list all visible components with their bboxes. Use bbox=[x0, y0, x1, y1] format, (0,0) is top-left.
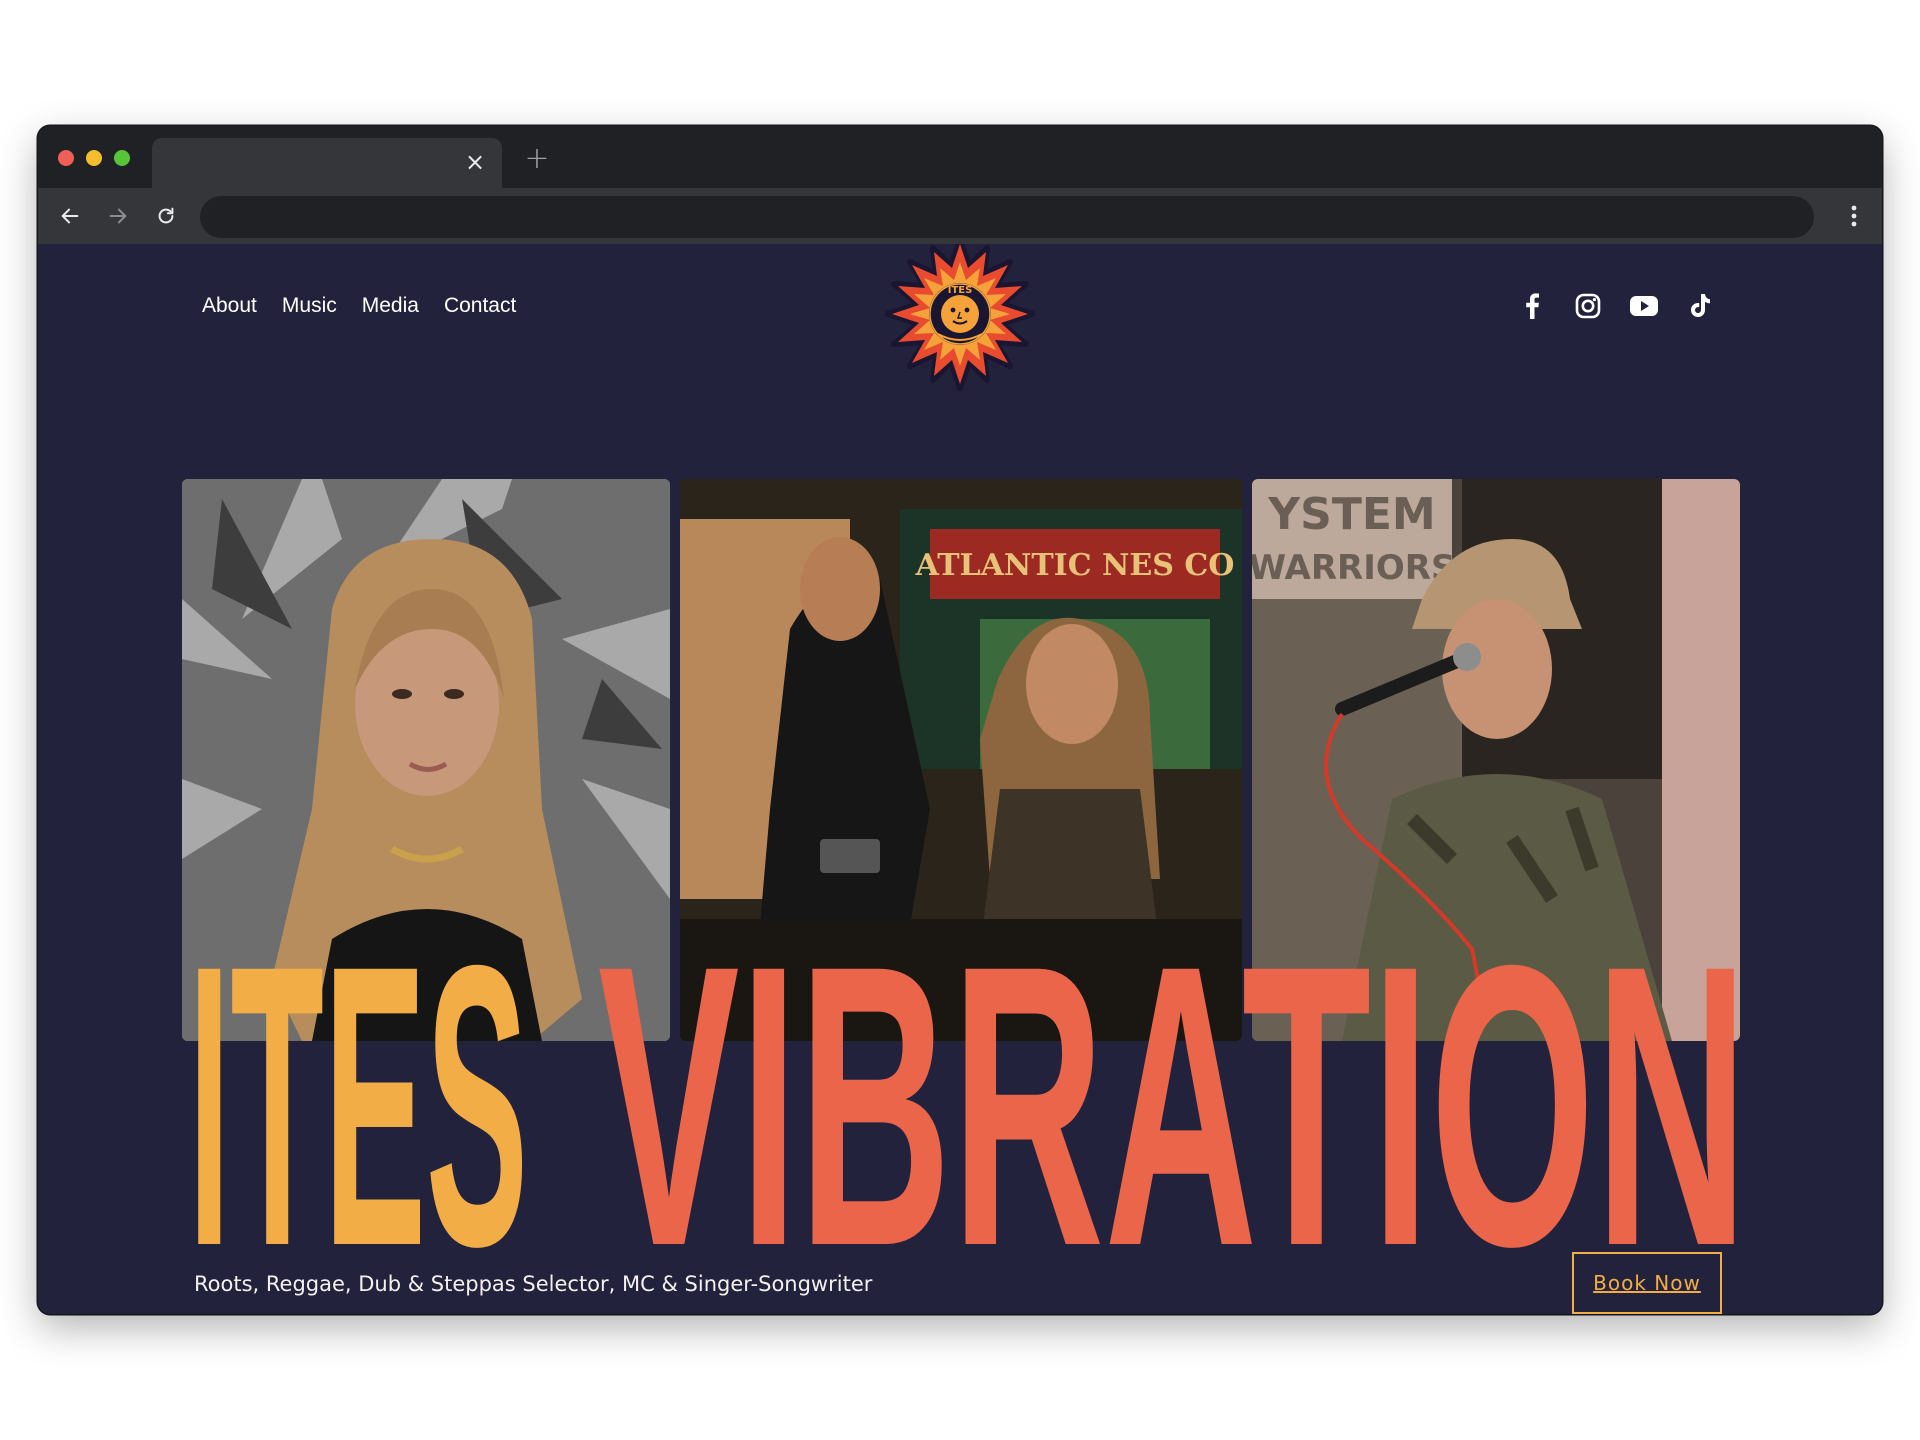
back-arrow-icon[interactable] bbox=[52, 198, 88, 234]
nav-contact[interactable]: Contact bbox=[444, 294, 516, 318]
logo-text-top: ITES bbox=[948, 285, 973, 296]
instagram-icon[interactable] bbox=[1574, 292, 1602, 320]
maximize-window-button[interactable] bbox=[114, 150, 130, 166]
reload-icon[interactable] bbox=[148, 198, 184, 234]
close-window-button[interactable] bbox=[58, 150, 74, 166]
minimize-window-button[interactable] bbox=[86, 150, 102, 166]
tab-close-icon[interactable]: × bbox=[462, 148, 488, 176]
browser-tab[interactable]: × bbox=[152, 138, 502, 188]
nav-about[interactable]: About bbox=[202, 294, 257, 318]
social-links bbox=[1518, 292, 1714, 320]
browser-window: × + About Music Media Contact ITES ATLAN… bbox=[38, 126, 1882, 1314]
nav-media[interactable]: Media bbox=[362, 294, 419, 318]
tiktok-icon[interactable] bbox=[1686, 292, 1714, 320]
browser-toolbar bbox=[38, 188, 1882, 244]
web-page: About Music Media Contact ITES ATLANTIC … bbox=[38, 244, 1882, 1314]
hero-tagline: Roots, Reggae, Dub & Steppas Selector, M… bbox=[194, 1272, 873, 1296]
address-bar[interactable] bbox=[200, 196, 1814, 238]
title-word-ites: ITES bbox=[188, 904, 528, 1296]
youtube-icon[interactable] bbox=[1630, 292, 1658, 320]
new-tab-icon[interactable]: + bbox=[522, 144, 552, 174]
banner-text-2: WARRIORS bbox=[1252, 548, 1455, 588]
facebook-icon[interactable] bbox=[1518, 292, 1546, 320]
sign-text: ATLANTIC NES CO bbox=[915, 548, 1235, 583]
banner-text: YSTEM bbox=[1267, 489, 1435, 540]
site-nav: About Music Media Contact bbox=[202, 294, 516, 318]
title-word-vibration: VIBRATION bbox=[598, 904, 1746, 1296]
nav-music[interactable]: Music bbox=[282, 294, 337, 318]
tab-bar: × + bbox=[38, 126, 1882, 188]
book-now-button[interactable]: Book Now bbox=[1572, 1252, 1722, 1314]
browser-menu-icon[interactable] bbox=[1844, 200, 1864, 232]
hero-title: ITES VIBRATION bbox=[188, 904, 1746, 1296]
forward-arrow-icon[interactable] bbox=[100, 198, 136, 234]
sun-logo[interactable]: ITES bbox=[882, 244, 1038, 392]
